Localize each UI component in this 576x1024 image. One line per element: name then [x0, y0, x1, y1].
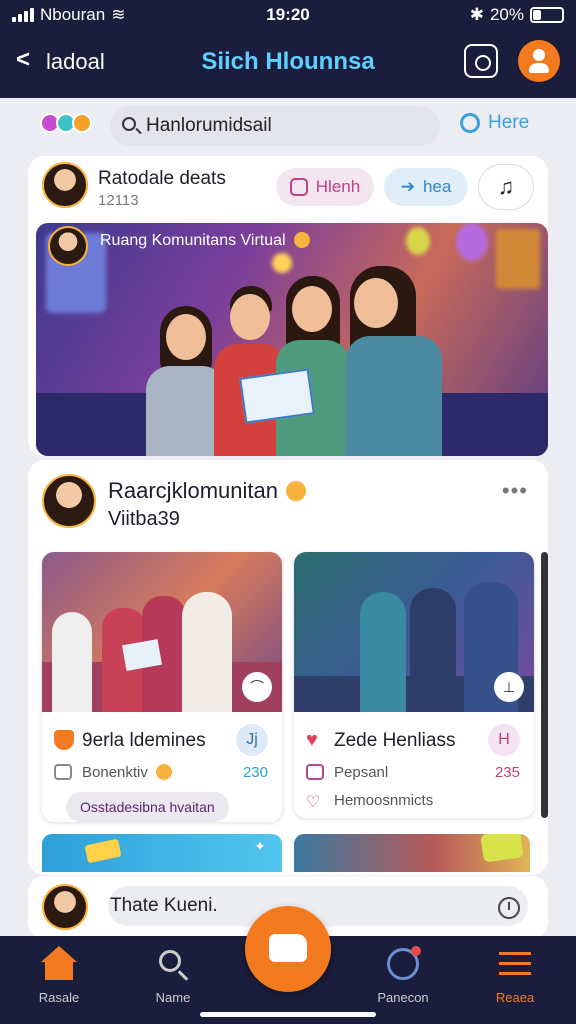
book: [239, 368, 315, 424]
item-badge: Jj: [236, 724, 268, 756]
sparkle-icon: ✦: [254, 838, 266, 854]
battery-label: 20%: [489, 5, 524, 24]
status-bar: Nbouran ≋ 19:20 ✱ 20%: [0, 0, 576, 30]
item-tag[interactable]: Osstadesibna hvaitan: [66, 792, 229, 822]
partial-card[interactable]: [294, 834, 530, 872]
tag-icon: [306, 764, 324, 780]
nav-label: Name: [155, 990, 191, 1005]
share-pill[interactable]: ➔ hea: [384, 168, 468, 206]
avatar[interactable]: [42, 474, 96, 528]
more-options-icon[interactable]: •••: [502, 478, 528, 504]
search-input[interactable]: [146, 106, 426, 146]
sticker-icon: [480, 834, 524, 863]
coin-icon: [155, 764, 172, 780]
instagram-pill[interactable]: Hlenh: [276, 168, 374, 206]
here-button[interactable]: Here: [460, 112, 529, 134]
search-icon: [122, 117, 136, 131]
home-indicator: [200, 1012, 376, 1017]
community-sub: Viitba39: [108, 508, 180, 530]
profile-button[interactable]: [518, 40, 560, 82]
timer-icon[interactable]: [498, 897, 520, 919]
ticket-icon: [84, 838, 122, 864]
location-icon: [460, 113, 480, 133]
partial-card[interactable]: ✦: [42, 834, 282, 872]
nav-label: Panecon: [377, 990, 429, 1005]
item-image[interactable]: ⌒: [42, 552, 282, 712]
create-post-button[interactable]: [245, 906, 331, 992]
app-header: < ladoal Siich Hlounnsa: [0, 30, 576, 98]
heart-icon: ♥: [306, 729, 318, 751]
arrow-icon: ➔: [400, 177, 415, 196]
avatar[interactable]: [42, 162, 88, 208]
hero-image[interactable]: ⋮⋮: [36, 223, 548, 456]
item-count: 235: [494, 764, 520, 781]
next-card-edge[interactable]: [541, 552, 548, 818]
coin-icon: [293, 232, 310, 248]
pill-label: Hlenh: [315, 177, 361, 196]
item-badge: H: [488, 724, 520, 756]
search-row: Here: [0, 98, 576, 154]
camera-icon[interactable]: [464, 44, 498, 78]
item-card[interactable]: ⌒ 9erla ldemines Jj Bonenktiv 230 Osstad…: [42, 552, 282, 822]
shield-icon: [54, 730, 74, 750]
here-label: Here: [488, 112, 530, 133]
battery-icon: [530, 7, 564, 23]
share-icon[interactable]: ⊥: [494, 672, 524, 702]
menu-icon: [497, 946, 533, 982]
bluetooth-icon: ✱: [469, 5, 484, 24]
hero-avatar[interactable]: [48, 226, 88, 266]
avatar[interactable]: [42, 884, 88, 930]
music-button[interactable]: ♫: [478, 164, 534, 210]
nav-item-search[interactable]: Name: [118, 946, 228, 1005]
pill-label: hea: [422, 177, 452, 196]
story-dots[interactable]: [40, 113, 92, 133]
home-icon: [41, 946, 77, 982]
item-meta: Bonenktiv: [82, 764, 172, 781]
item-title: Zede Henliass: [334, 730, 456, 751]
nav-label: Reaea: [495, 990, 535, 1005]
item-title: 9erla ldemines: [82, 730, 206, 751]
nav-label: Rasale: [38, 990, 80, 1005]
community-name: Raarcjklomunitan: [108, 478, 306, 504]
item-meta: Pepsanl: [334, 764, 389, 781]
chat-icon: [54, 764, 72, 780]
post-meta: 12113: [98, 192, 139, 209]
item-count: 230: [242, 764, 268, 781]
search-icon: [155, 946, 191, 982]
nav-item-notifications[interactable]: Panecon: [348, 946, 458, 1005]
coin-icon: [285, 481, 306, 501]
hero-caption: Ruang Komunitans Virtual: [100, 232, 310, 250]
item-line: Hemoosnmicts: [334, 792, 434, 809]
item-card[interactable]: ⊥ ♥ Zede Henliass H Pepsanl 235 ♡ Hemoos…: [294, 552, 534, 818]
search-box[interactable]: [110, 106, 440, 146]
play-icon[interactable]: ⌒: [242, 672, 272, 702]
music-icon: ♫: [497, 174, 515, 199]
item-image[interactable]: ⊥: [294, 552, 534, 712]
heart-outline-icon: ♡: [306, 794, 321, 811]
nav-item-menu[interactable]: Reaea: [460, 946, 570, 1005]
compass-icon: [385, 946, 421, 982]
post-author: Ratodale deats: [98, 168, 226, 189]
nav-item-home[interactable]: Rasale: [4, 946, 114, 1005]
instagram-icon: [289, 178, 308, 196]
